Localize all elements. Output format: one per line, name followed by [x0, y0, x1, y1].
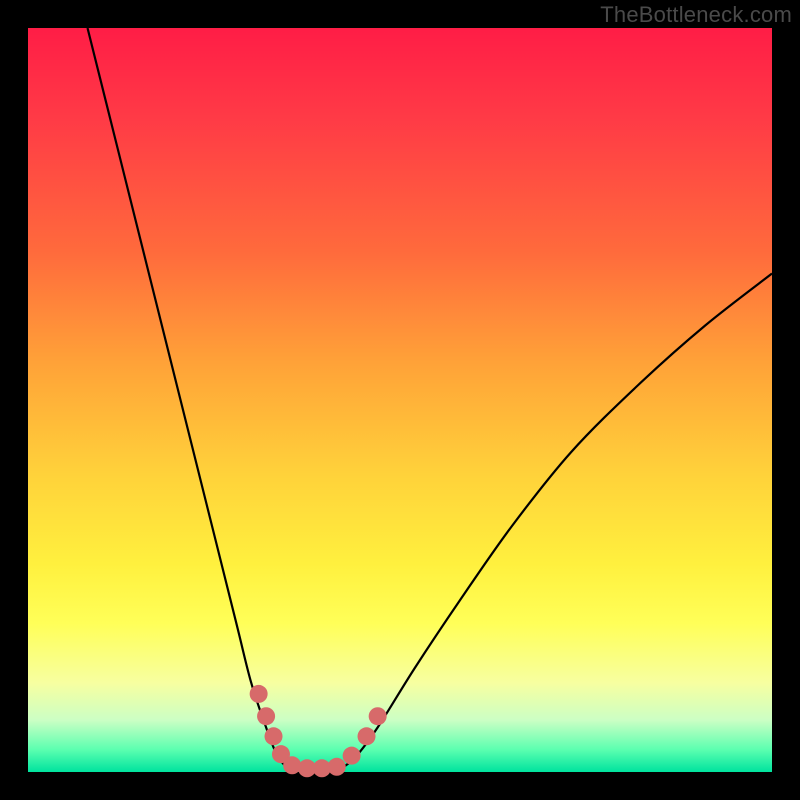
highlight-dot [265, 727, 283, 745]
curve-right-branch [340, 274, 772, 770]
highlight-dot [257, 707, 275, 725]
plot-area [28, 28, 772, 772]
highlight-dot [250, 685, 268, 703]
highlight-dot [369, 707, 387, 725]
highlight-dot [328, 758, 346, 776]
curve-left-branch [88, 28, 289, 769]
highlight-dots [250, 685, 387, 777]
highlight-dot [283, 756, 301, 774]
chart-frame: TheBottleneck.com [0, 0, 800, 800]
highlight-dot [343, 747, 361, 765]
highlight-dot [358, 727, 376, 745]
curve-layer [28, 28, 772, 772]
watermark-text: TheBottleneck.com [600, 2, 792, 28]
